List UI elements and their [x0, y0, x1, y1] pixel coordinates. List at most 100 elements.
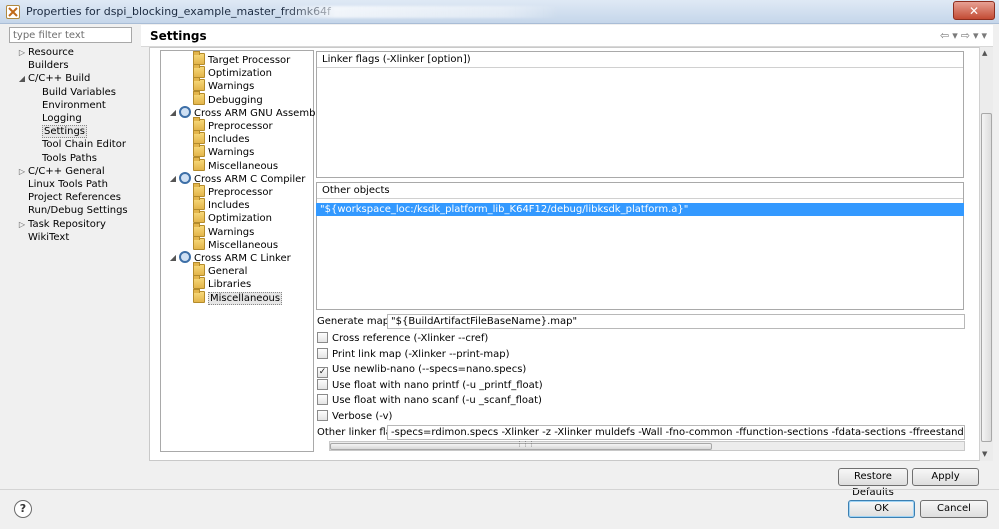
tree-twisty-icon[interactable]: ◢ [168, 251, 178, 264]
generate-map-field[interactable]: "${BuildArtifactFileBaseName}.map" [387, 314, 965, 329]
checkbox[interactable] [317, 378, 328, 390]
blurred-background-text [280, 6, 560, 18]
settings-header: Settings ⇦ ▾ ⇨ ▾ ▾ [141, 25, 993, 47]
tree-twisty-icon[interactable]: ◢ [168, 106, 178, 119]
option-label: Print link map (-Xlinker --print-map) [332, 348, 510, 360]
nav-item[interactable]: Run/Debug Settings [28, 204, 128, 217]
tool-tree-label: Preprocessor [208, 121, 273, 132]
tool-tree-label: Includes [208, 134, 250, 146]
close-window-button[interactable]: ✕ [953, 1, 995, 20]
vertical-scroll-thumb[interactable] [981, 113, 992, 442]
tool-tree-item[interactable]: Target Processor [193, 51, 291, 66]
tool-tree-item[interactable]: Optimization [193, 209, 272, 225]
tool-tree-item[interactable]: Miscellaneous [193, 235, 278, 251]
tree-twisty-icon[interactable]: ◢ [168, 172, 178, 185]
nav-item[interactable]: Logging [42, 112, 82, 125]
tree-twisty-icon[interactable]: ◢ [17, 72, 27, 85]
nav-item[interactable]: Project References [28, 191, 121, 204]
tool-tree-item[interactable]: Includes [193, 130, 250, 146]
nav-item[interactable]: ▷ Resource [19, 46, 74, 59]
back-arrow-icon[interactable]: ⇦ [940, 29, 949, 42]
apply-button[interactable]: Apply [912, 468, 979, 486]
tool-tree-item[interactable]: Debugging [193, 90, 263, 106]
nav-item-label: Build Variables [42, 86, 116, 98]
scroll-down-icon[interactable]: ▼ [982, 450, 987, 458]
other-linker-flags-field[interactable]: -specs=rdimon.specs -Xlinker -z -Xlinker… [387, 425, 965, 440]
tool-tree-label: Target Processor [208, 55, 291, 66]
option-row[interactable]: Use float with nano printf (-u _printf_f… [317, 378, 543, 393]
tool-tree-item[interactable]: Warnings [193, 222, 254, 238]
nav-item[interactable]: Settings [42, 125, 88, 139]
tool-settings-tree: Target Processor Optimization Warnings Debu… [160, 50, 328, 452]
nav-item-label: Run/Debug Settings [28, 205, 128, 217]
nav-item[interactable]: ◢ C/C++ Build [19, 72, 90, 85]
nav-item-label: C/C++ General [28, 165, 105, 177]
view-menu-icon[interactable]: ▾ [981, 29, 987, 42]
tool-tree-label: Optimization [208, 213, 272, 225]
dialog-separator [0, 489, 999, 490]
horizontal-scrollbar[interactable]: ⋮⋮⋮ [329, 440, 965, 451]
restore-defaults-button[interactable]: Restore Defaults [838, 468, 908, 498]
checkbox-checked[interactable]: ✓ [317, 367, 328, 378]
nav-item-label: Resource [28, 47, 74, 58]
folder-icon [193, 222, 205, 237]
nav-item[interactable]: Build Variables [42, 86, 116, 99]
horizontal-scroll-thumb[interactable]: ⋮⋮⋮ [330, 440, 712, 450]
folder-icon [193, 196, 205, 211]
help-icon[interactable]: ? [14, 500, 32, 518]
tool-tree-item[interactable]: Optimization [193, 64, 272, 79]
option-row[interactable]: Cross reference (-Xlinker --cref) [317, 332, 488, 346]
nav-item[interactable]: Tools Paths [42, 152, 97, 165]
other-objects-item[interactable]: "${workspace_loc:/ksdk_platform_lib_K64F… [316, 203, 964, 216]
tool-tree-item[interactable]: Miscellaneous [193, 156, 278, 172]
tool-tree-item[interactable]: Preprocessor [193, 183, 273, 198]
nav-item[interactable]: Tool Chain Editor [42, 138, 126, 151]
tool-gear-icon [179, 251, 191, 263]
nav-item-label: Environment [42, 99, 106, 111]
tool-tree-item[interactable]: Preprocessor [193, 117, 273, 132]
option-row[interactable]: ✓ Use newlib-nano (--specs=nano.specs) [317, 363, 526, 378]
tool-tree-item[interactable]: Warnings [193, 77, 254, 92]
other-objects-label: Other objects [317, 183, 963, 199]
tool-tree-item[interactable]: ◢ Cross ARM GNU Assembler [170, 105, 329, 119]
tree-twisty-icon[interactable]: ▷ [17, 165, 27, 178]
scroll-up-icon[interactable]: ▲ [982, 49, 987, 57]
forward-arrow-icon[interactable]: ⇨ [961, 29, 970, 42]
folder-icon [193, 275, 205, 290]
tree-twisty-icon[interactable]: ▷ [17, 218, 27, 231]
option-row[interactable]: Verbose (-v) [317, 409, 392, 424]
filter-input[interactable] [9, 27, 132, 43]
checkbox[interactable] [317, 394, 328, 405]
nav-item-label: Project References [28, 192, 121, 204]
checkbox[interactable] [317, 332, 328, 343]
nav-item-label: Tools Paths [42, 152, 97, 164]
tool-tree-item[interactable]: Miscellaneous [193, 288, 283, 305]
ok-button[interactable]: OK [848, 500, 915, 518]
nav-item[interactable]: WikiText [28, 231, 69, 244]
vertical-scrollbar[interactable]: ▲ ▼ [979, 47, 993, 461]
tree-twisty-icon[interactable]: ▷ [17, 46, 27, 59]
nav-item-label: Linux Tools Path [28, 179, 108, 190]
cancel-button[interactable]: Cancel [920, 500, 988, 518]
other-objects-panel[interactable]: Other objects [316, 182, 964, 310]
checkbox[interactable] [317, 347, 328, 359]
option-row[interactable]: Use float with nano scanf (-u _scanf_flo… [317, 394, 542, 408]
linker-flags-panel[interactable]: Linker flags (-Xlinker [option]) [316, 51, 964, 178]
nav-item-label: Logging [42, 113, 82, 124]
tool-tree-label: Cross ARM GNU Assembler [194, 107, 329, 119]
nav-item[interactable]: ▷ Task Repository [19, 218, 106, 231]
nav-item[interactable]: Linux Tools Path [28, 178, 108, 191]
back-dropdown-icon[interactable]: ▾ [952, 29, 958, 42]
tool-tree-item[interactable]: General [193, 262, 247, 277]
forward-dropdown-icon[interactable]: ▾ [973, 29, 979, 42]
folder-icon [193, 130, 205, 145]
option-row[interactable]: Print link map (-Xlinker --print-map) [317, 347, 510, 362]
tool-tree-item[interactable]: Libraries [193, 275, 251, 290]
nav-item[interactable]: Builders [28, 59, 69, 72]
tool-tree-item[interactable]: Includes [193, 196, 250, 211]
checkbox[interactable] [317, 409, 328, 421]
tool-tree-label: Warnings [208, 147, 255, 159]
nav-item[interactable]: Environment [42, 99, 106, 112]
tool-tree-item[interactable]: Warnings [193, 143, 255, 159]
nav-item[interactable]: ▷ C/C++ General [19, 165, 105, 178]
